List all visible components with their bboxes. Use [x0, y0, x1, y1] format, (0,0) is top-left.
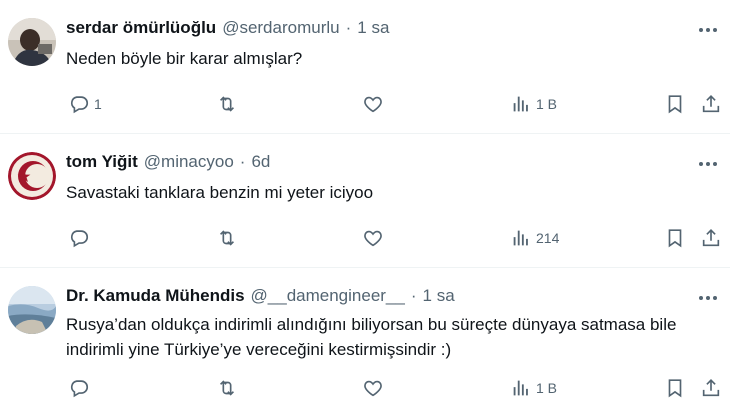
avatar[interactable] [8, 286, 56, 334]
tweet-header: Dr. Kamuda Mühendis @__damengineer__ · 1… [66, 286, 690, 310]
views-count: 214 [536, 230, 560, 246]
action-bar: 214 [60, 226, 724, 250]
tweet[interactable]: Dr. Kamuda Mühendis @__damengineer__ · 1… [0, 268, 730, 420]
more-icon[interactable] [696, 22, 720, 38]
retweet-icon [219, 96, 235, 112]
author-handle[interactable]: @serdaromurlu [222, 18, 339, 38]
author-name[interactable]: tom Yiğit [66, 152, 138, 172]
bookmark-icon [668, 379, 682, 398]
bookmark-button[interactable] [664, 226, 686, 250]
more-icon[interactable] [696, 156, 720, 172]
separator-dot: · [345, 18, 352, 37]
action-bar: 1 B [60, 376, 724, 400]
tweet-header: serdar ömürlüoğlu @serdaromurlu · 1 sa [66, 18, 690, 42]
retweet-icon [219, 230, 235, 246]
bookmark-icon [668, 229, 682, 248]
action-bar: 1 1 B [60, 92, 724, 116]
like-button[interactable] [362, 226, 384, 250]
views-button[interactable]: 1 B [510, 92, 557, 116]
bookmark-button[interactable] [664, 92, 686, 116]
author-handle[interactable]: @minacyoo [144, 152, 234, 172]
timestamp[interactable]: 1 sa [357, 18, 389, 38]
tweet-header: tom Yiğit @minacyoo · 6d [66, 152, 690, 176]
like-button[interactable] [362, 376, 384, 400]
retweet-button[interactable] [216, 226, 238, 250]
views-button[interactable]: 214 [510, 226, 559, 250]
like-icon [364, 96, 382, 113]
bookmark-button[interactable] [664, 376, 686, 400]
views-count: 1 B [536, 96, 558, 112]
tweet[interactable]: tom Yiğit @minacyoo · 6d Savastaki tankl… [0, 134, 730, 268]
retweet-icon [219, 380, 235, 396]
views-count: 1 B [536, 380, 558, 396]
reply-icon [70, 380, 89, 398]
reply-button[interactable]: 1 [68, 92, 102, 116]
share-button[interactable] [700, 376, 722, 400]
retweet-button[interactable] [216, 92, 238, 116]
reply-count: 1 [94, 96, 102, 112]
reply-icon [70, 230, 89, 248]
share-button[interactable] [700, 92, 722, 116]
views-icon [513, 96, 528, 112]
like-icon [364, 230, 382, 247]
reply-button[interactable] [68, 226, 94, 250]
avatar[interactable] [8, 18, 56, 66]
bookmark-icon [668, 95, 682, 114]
tweet[interactable]: serdar ömürlüoğlu @serdaromurlu · 1 sa N… [0, 0, 730, 134]
like-icon [364, 380, 382, 397]
timestamp[interactable]: 6d [251, 152, 270, 172]
separator-dot: · [410, 286, 417, 305]
retweet-button[interactable] [216, 376, 238, 400]
tweet-text: Savastaki tanklara benzin mi yeter iciyo… [66, 183, 374, 202]
reply-button[interactable] [68, 376, 94, 400]
more-icon[interactable] [696, 290, 720, 306]
share-icon [702, 95, 720, 113]
avatar[interactable] [8, 152, 56, 200]
separator-dot: · [239, 152, 246, 171]
views-icon [513, 230, 528, 246]
like-button[interactable] [362, 92, 384, 116]
tweet-text: Neden böyle bir karar almışlar? [66, 49, 303, 68]
share-icon [702, 229, 720, 247]
timestamp[interactable]: 1 sa [423, 286, 455, 306]
views-button[interactable]: 1 B [510, 376, 557, 400]
reply-icon [70, 96, 89, 114]
share-button[interactable] [700, 226, 722, 250]
reply-feed: serdar ömürlüoğlu @serdaromurlu · 1 sa N… [0, 0, 730, 420]
author-name[interactable]: serdar ömürlüoğlu [66, 18, 216, 38]
views-icon [513, 380, 528, 396]
share-icon [702, 379, 720, 397]
tweet-text: Rusya’dan oldukça indirimli alındığını b… [66, 315, 677, 359]
author-handle[interactable]: @__damengineer__ [251, 286, 405, 306]
author-name[interactable]: Dr. Kamuda Mühendis [66, 286, 245, 306]
